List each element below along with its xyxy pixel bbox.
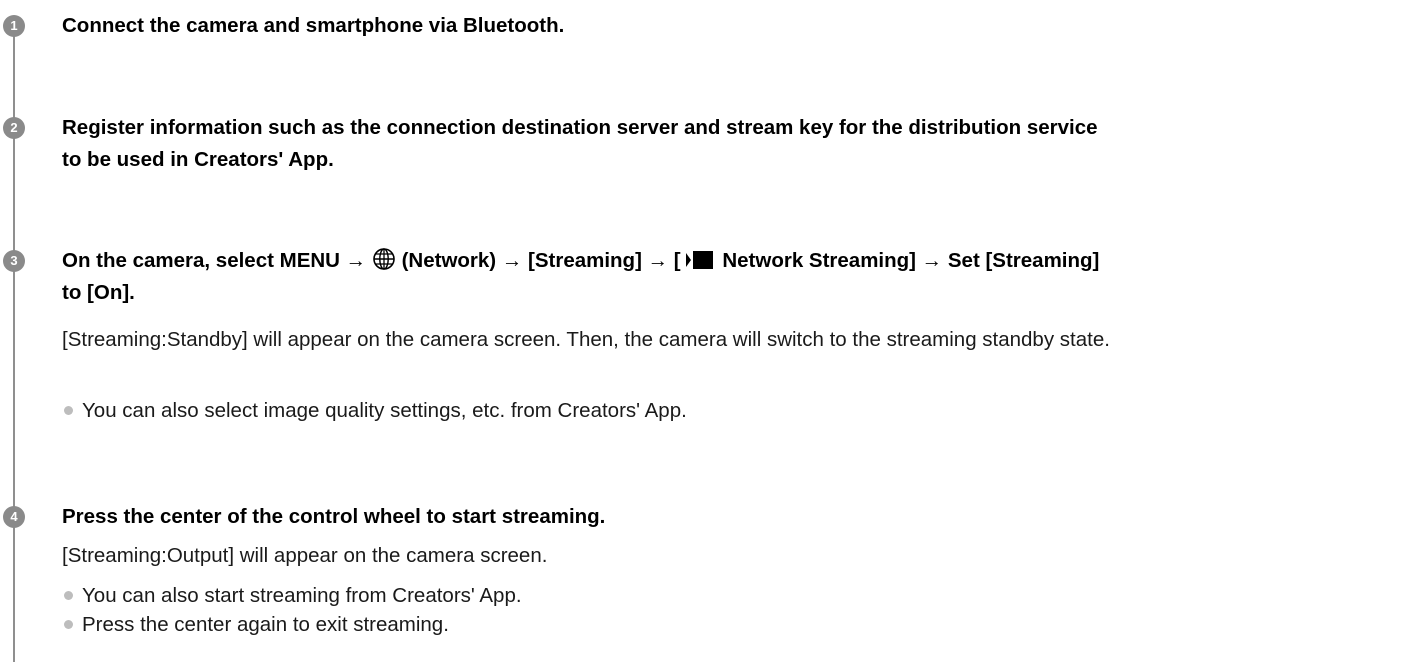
step-title: Press the center of the control wheel to… (62, 505, 606, 528)
step-title: Connect the camera and smartphone via Bl… (62, 14, 565, 37)
step-bullets: You can also start streaming from Creato… (62, 581, 522, 639)
step-number-badge: 4 (3, 506, 25, 528)
movie-streaming-icon (685, 251, 713, 269)
step-number-badge: 1 (3, 15, 25, 37)
step-title-line-2: to [On]. (62, 281, 135, 304)
step-bullets: You can also select image quality settin… (62, 396, 687, 425)
step-title-line-1: On the camera, select MENU → (Network) →… (62, 244, 1392, 277)
step-number-badge: 3 (3, 250, 25, 272)
list-item: You can also select image quality settin… (62, 396, 687, 425)
bullet-text: Press the center again to exit streaming… (82, 613, 449, 636)
list-item: You can also start streaming from Creato… (62, 581, 522, 610)
step-number-badge: 2 (3, 117, 25, 139)
bullet-text: You can also start streaming from Creato… (82, 584, 522, 607)
step-title-line-2: to be used in Creators' App. (62, 148, 334, 171)
step-description: [Streaming:Output] will appear on the ca… (62, 544, 548, 567)
step-title-part: Network Streaming] → Set [Streaming] (716, 249, 1100, 272)
step-description: [Streaming:Standby] will appear on the c… (62, 328, 1110, 351)
bullet-text: You can also select image quality settin… (82, 399, 687, 422)
bullet-dot (64, 406, 73, 415)
procedure-steps: 1 Connect the camera and smartphone via … (0, 0, 1405, 662)
bullet-dot (64, 591, 73, 600)
step-title-part: (Network) → [Streaming] → [ (395, 249, 681, 272)
bullet-dot (64, 620, 73, 629)
step-title-part: On the camera, select MENU → (62, 249, 372, 272)
list-item: Press the center again to exit streaming… (62, 610, 522, 639)
globe-network-icon (373, 248, 395, 270)
step-title-line-1: Register information such as the connect… (62, 116, 1098, 139)
